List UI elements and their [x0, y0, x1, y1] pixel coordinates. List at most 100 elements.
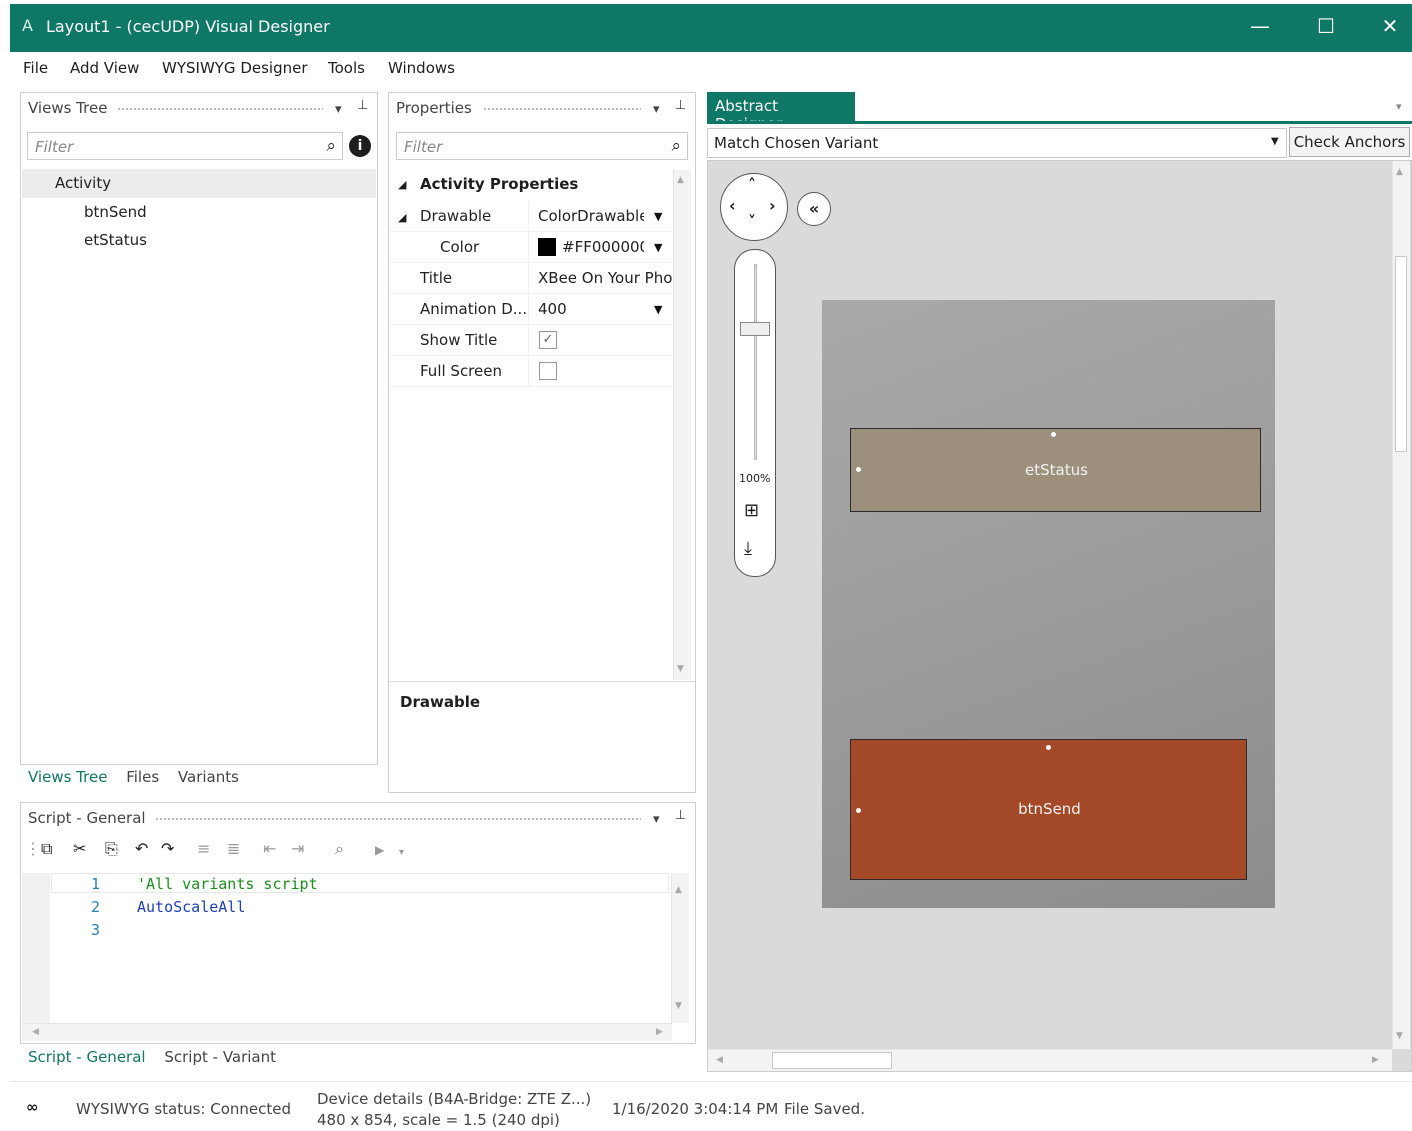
pin-icon[interactable]: ⊥	[675, 98, 686, 113]
device-screen[interactable]: etStatus btnSend	[822, 300, 1275, 908]
drag-grip[interactable]	[483, 107, 641, 112]
outdent-icon[interactable]: ⇤	[263, 839, 276, 858]
menu-windows[interactable]: Windows	[388, 59, 455, 77]
pan-up-icon[interactable]: ˄	[748, 175, 756, 194]
properties-scrollbar[interactable]: ▲ ▼	[673, 170, 691, 680]
check-anchors-button[interactable]: Check Anchors	[1289, 127, 1410, 157]
designer-canvas[interactable]: etStatus btnSend ˄ ˅ ‹ › « 100% ⊞ ⤓ ▲ ▼ …	[707, 160, 1412, 1072]
menu-wysiwyg-designer[interactable]: WYSIWYG Designer	[162, 59, 308, 77]
vscroll-thumb[interactable]	[1395, 256, 1407, 452]
comment-icon[interactable]: ≡	[197, 839, 210, 858]
prop-row-drawable[interactable]: ◢ Drawable ColorDrawable ▼	[390, 201, 672, 232]
designer-vscrollbar[interactable]: ▲ ▼	[1392, 161, 1410, 1049]
code-line-1[interactable]: 'All variants script	[137, 875, 318, 893]
full-screen-checkbox[interactable]	[539, 362, 557, 380]
fit-screen-icon[interactable]: ⊞	[744, 500, 759, 521]
pan-right-icon[interactable]: ›	[769, 196, 776, 215]
menu-tools[interactable]: Tools	[328, 59, 365, 77]
scroll-left-icon[interactable]: ◀	[716, 1055, 723, 1065]
pan-left-icon[interactable]: ‹	[729, 196, 736, 215]
tree-item-activity[interactable]: Activity	[55, 174, 111, 192]
collapse-arrow-icon[interactable]: ◢	[398, 211, 406, 224]
scroll-up-icon[interactable]: ▲	[677, 175, 684, 185]
drag-grip[interactable]	[117, 107, 323, 112]
prop-row-color[interactable]: Color #FF000000 ▼	[390, 232, 672, 263]
info-icon[interactable]: i	[349, 135, 371, 157]
variant-select[interactable]: Match Chosen Variant ▼	[707, 128, 1287, 158]
scroll-right-icon[interactable]: ▶	[656, 1027, 663, 1037]
minimize-button[interactable]: —	[1240, 14, 1280, 38]
menu-add-view[interactable]: Add View	[70, 59, 139, 77]
scroll-right-icon[interactable]: ▶	[1372, 1055, 1379, 1065]
scroll-up-icon[interactable]: ▲	[675, 885, 682, 895]
anchor-handle[interactable]	[1051, 432, 1056, 437]
maximize-button[interactable]: ☐	[1306, 14, 1346, 38]
view-btnsend[interactable]: btnSend	[850, 739, 1247, 880]
redo-icon[interactable]: ↷	[161, 839, 174, 858]
properties-filter-input[interactable]: Filter ⌕	[396, 132, 688, 160]
search-icon[interactable]: ⌕	[671, 136, 681, 156]
tree-item-btnsend[interactable]: btnSend	[84, 203, 147, 221]
close-button[interactable]: ✕	[1370, 14, 1410, 38]
prop-value[interactable]: ColorDrawable	[538, 207, 644, 225]
pan-control[interactable]: ˄ ˅ ‹ ›	[720, 173, 788, 241]
dropdown-arrow-icon[interactable]: ▼	[654, 303, 662, 316]
dropdown-arrow-icon[interactable]: ▾	[653, 812, 660, 827]
prop-row-show-title[interactable]: Show Title ✓	[390, 325, 672, 356]
show-title-checkbox[interactable]: ✓	[539, 331, 557, 349]
anchor-handle[interactable]	[1046, 745, 1051, 750]
tab-script-general[interactable]: Script - General	[28, 1048, 146, 1066]
pan-down-icon[interactable]: ˅	[748, 212, 756, 231]
tree-item-etstatus[interactable]: etStatus	[84, 231, 147, 249]
scroll-down-icon[interactable]: ▼	[675, 1001, 682, 1011]
tab-overflow-dropdown-icon[interactable]: ▾	[1396, 100, 1402, 113]
scroll-down-icon[interactable]: ▼	[677, 664, 684, 674]
zoom-control[interactable]: 100% ⊞ ⤓	[734, 249, 776, 577]
views-filter-input[interactable]: Filter ⌕	[27, 132, 343, 160]
scroll-down-icon[interactable]: ▼	[1396, 1031, 1403, 1041]
tab-views-tree[interactable]: Views Tree	[28, 768, 107, 786]
prop-value[interactable]: #FF000000	[562, 238, 644, 256]
prop-value[interactable]: 400	[538, 300, 644, 318]
indent-icon[interactable]: ⇥	[291, 839, 304, 858]
drag-grip[interactable]	[155, 817, 641, 822]
pin-icon[interactable]: ⊥	[675, 808, 686, 823]
zoom-slider-thumb[interactable]	[740, 322, 770, 336]
tab-files[interactable]: Files	[126, 768, 159, 786]
more-dropdown-icon[interactable]: ▾	[399, 847, 404, 858]
search-icon[interactable]: ⌕	[326, 136, 336, 156]
uncomment-icon[interactable]: ≣	[227, 839, 240, 858]
find-icon[interactable]: ⌕	[335, 839, 344, 859]
prop-row-full-screen[interactable]: Full Screen	[390, 356, 672, 387]
script-hscrollbar[interactable]: ◀ ▶	[22, 1023, 672, 1041]
copy-icon[interactable]: ⧉	[41, 839, 52, 859]
prop-row-title[interactable]: Title XBee On Your Phone	[390, 263, 672, 294]
dropdown-arrow-icon[interactable]: ▼	[654, 241, 662, 254]
collapse-arrow-icon[interactable]: ◢	[398, 178, 406, 191]
dropdown-arrow-icon[interactable]: ▼	[1271, 136, 1279, 147]
designer-hscrollbar[interactable]: ◀ ▶	[708, 1049, 1392, 1071]
tab-variants[interactable]: Variants	[178, 768, 239, 786]
menu-file[interactable]: File	[23, 59, 48, 77]
tab-script-variant[interactable]: Script - Variant	[164, 1048, 276, 1066]
view-etstatus[interactable]: etStatus	[850, 428, 1261, 512]
prop-value[interactable]: XBee On Your Phone	[538, 269, 672, 287]
dropdown-arrow-icon[interactable]: ▾	[653, 102, 660, 117]
tab-abstract-designer[interactable]: Abstract Designer	[707, 92, 855, 133]
paste-icon[interactable]: ⎘	[105, 839, 118, 859]
pin-icon[interactable]: ⊥	[357, 98, 368, 113]
collapse-panel-icon[interactable]: «	[797, 192, 831, 226]
script-vscrollbar[interactable]: ▲ ▼	[671, 873, 689, 1023]
cut-icon[interactable]: ✂	[73, 839, 86, 858]
run-icon[interactable]: ▶	[375, 843, 384, 857]
scroll-up-icon[interactable]: ▲	[1396, 167, 1403, 177]
code-line-2[interactable]: AutoScaleAll	[137, 898, 245, 916]
hscroll-thumb[interactable]	[772, 1052, 892, 1069]
scroll-left-icon[interactable]: ◀	[32, 1027, 39, 1037]
prop-row-animation-duration[interactable]: Animation D... 400 ▼	[390, 294, 672, 325]
dropdown-arrow-icon[interactable]: ▼	[654, 210, 662, 223]
save-image-icon[interactable]: ⤓	[744, 538, 752, 559]
dropdown-arrow-icon[interactable]: ▾	[335, 102, 342, 117]
zoom-slider-track[interactable]	[754, 264, 757, 460]
undo-icon[interactable]: ↶	[135, 839, 148, 858]
